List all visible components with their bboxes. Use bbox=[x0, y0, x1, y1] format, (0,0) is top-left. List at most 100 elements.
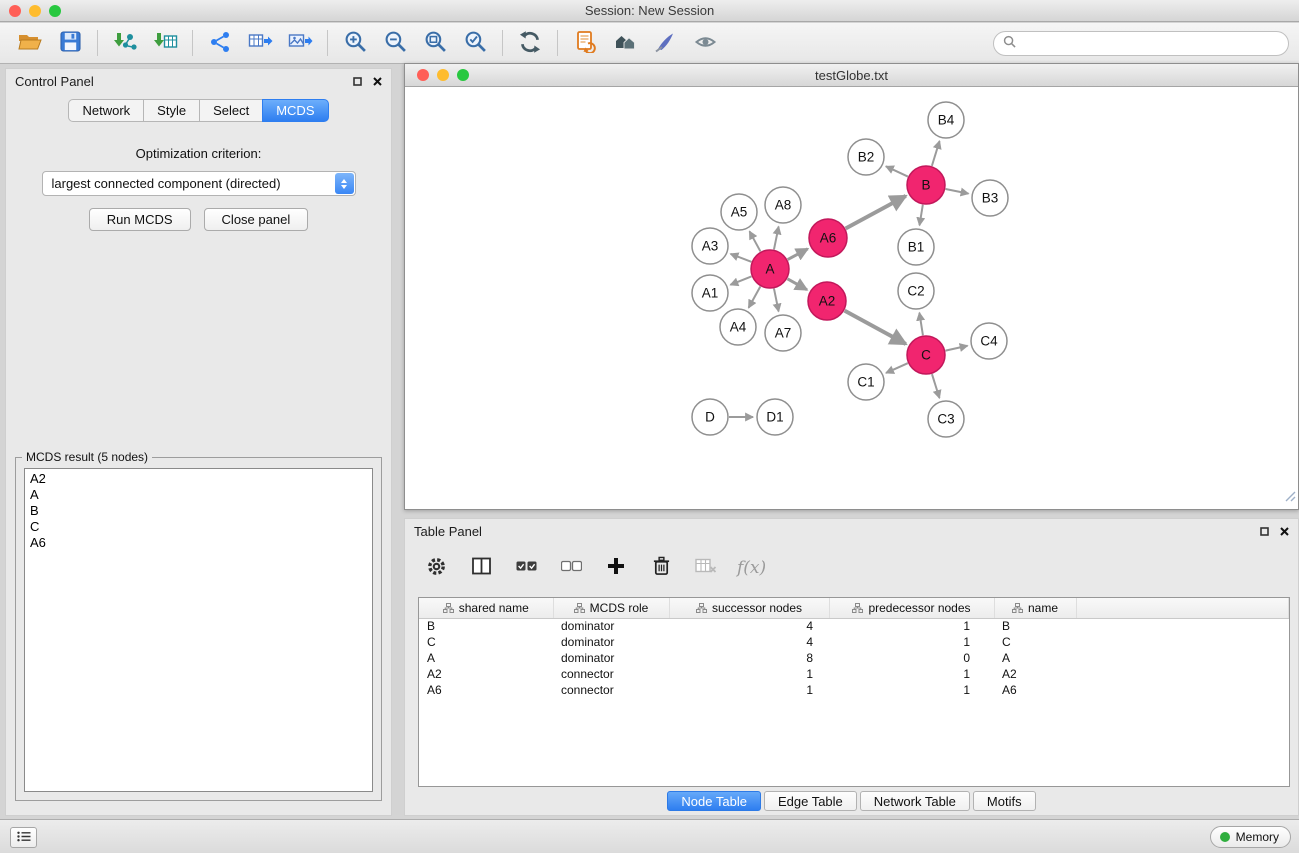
graph-edge-C-C3[interactable] bbox=[932, 374, 939, 398]
graph-node-C[interactable]: C bbox=[907, 336, 945, 374]
select-all-columns-button[interactable] bbox=[512, 554, 540, 582]
graph-edge-B-B4[interactable] bbox=[932, 141, 940, 166]
graph-edge-B-B3[interactable] bbox=[946, 189, 969, 194]
table-cell[interactable]: B bbox=[994, 618, 1076, 634]
graph-edge-A-A5[interactable] bbox=[750, 231, 761, 251]
run-mcds-button[interactable]: Run MCDS bbox=[89, 208, 191, 231]
table-row[interactable]: Adominator80A bbox=[419, 650, 1289, 666]
table-cell[interactable]: A bbox=[419, 650, 553, 666]
tab-network-table[interactable]: Network Table bbox=[860, 791, 970, 811]
table-cell[interactable]: B bbox=[419, 618, 553, 634]
graph-edge-A2-C[interactable] bbox=[845, 311, 906, 344]
optimization-criterion-select[interactable]: largest connected component (directed) bbox=[42, 171, 356, 196]
import-table-button[interactable] bbox=[145, 26, 185, 60]
import-network-button[interactable] bbox=[105, 26, 145, 60]
graph-node-A5[interactable]: A5 bbox=[721, 194, 757, 230]
table-cell[interactable]: A6 bbox=[994, 682, 1076, 698]
table-cell[interactable]: 8 bbox=[669, 650, 829, 666]
network-window-titlebar[interactable]: testGlobe.txt bbox=[405, 64, 1298, 87]
table-cell[interactable]: C bbox=[994, 634, 1076, 650]
table-cell[interactable]: dominator bbox=[553, 618, 669, 634]
graph-node-A4[interactable]: A4 bbox=[720, 309, 756, 345]
table-cell[interactable]: A6 bbox=[419, 682, 553, 698]
open-recent-file-button[interactable] bbox=[565, 26, 605, 60]
table-cell[interactable]: A2 bbox=[994, 666, 1076, 682]
graph-edge-A6-B[interactable] bbox=[846, 196, 906, 229]
float-panel-icon[interactable] bbox=[1260, 524, 1269, 539]
tab-select[interactable]: Select bbox=[199, 99, 262, 122]
graph-node-C2[interactable]: C2 bbox=[898, 273, 934, 309]
graph-node-C1[interactable]: C1 bbox=[848, 364, 884, 400]
graph-node-A6[interactable]: A6 bbox=[809, 219, 847, 257]
table-cell[interactable]: 1 bbox=[669, 682, 829, 698]
mcds-result-list[interactable]: A2ABCA6 bbox=[24, 468, 373, 792]
graph-edge-B-B1[interactable] bbox=[920, 205, 923, 226]
table-cell[interactable]: 1 bbox=[829, 634, 994, 650]
graph-node-A[interactable]: A bbox=[751, 250, 789, 288]
export-table-button[interactable] bbox=[240, 26, 280, 60]
column-header-name[interactable]: name bbox=[994, 598, 1076, 618]
export-network-button[interactable] bbox=[200, 26, 240, 60]
node-table[interactable]: shared nameMCDS rolesuccessor nodesprede… bbox=[418, 597, 1290, 787]
show-hide-button[interactable] bbox=[685, 26, 725, 60]
global-search[interactable] bbox=[993, 31, 1289, 56]
task-history-button[interactable] bbox=[10, 827, 37, 848]
memory-button[interactable]: Memory bbox=[1210, 826, 1291, 848]
graph-node-A7[interactable]: A7 bbox=[765, 315, 801, 351]
graph-node-B1[interactable]: B1 bbox=[898, 229, 934, 265]
zoom-selected-button[interactable] bbox=[455, 26, 495, 60]
table-row[interactable]: A6connector11A6 bbox=[419, 682, 1289, 698]
zoom-fit-button[interactable] bbox=[415, 26, 455, 60]
column-header-shared-name[interactable]: shared name bbox=[419, 598, 553, 618]
graph-node-B4[interactable]: B4 bbox=[928, 102, 964, 138]
graph-node-B3[interactable]: B3 bbox=[972, 180, 1008, 216]
delete-table-button[interactable] bbox=[692, 554, 720, 582]
table-cell[interactable]: A2 bbox=[419, 666, 553, 682]
create-column-button[interactable] bbox=[602, 554, 630, 582]
tab-node-table[interactable]: Node Table bbox=[667, 791, 761, 811]
zoom-out-button[interactable] bbox=[375, 26, 415, 60]
show-columns-button[interactable] bbox=[467, 554, 495, 582]
graph-node-A2[interactable]: A2 bbox=[808, 282, 846, 320]
table-cell[interactable]: C bbox=[419, 634, 553, 650]
tab-edge-table[interactable]: Edge Table bbox=[764, 791, 857, 811]
tab-mcds[interactable]: MCDS bbox=[262, 99, 328, 122]
column-header-successor-nodes[interactable]: successor nodes bbox=[669, 598, 829, 618]
table-cell[interactable]: 4 bbox=[669, 618, 829, 634]
mcds-result-item[interactable]: A6 bbox=[30, 535, 367, 551]
table-cell[interactable]: 4 bbox=[669, 634, 829, 650]
column-header-mcds-role[interactable]: MCDS role bbox=[553, 598, 669, 618]
zoom-in-button[interactable] bbox=[335, 26, 375, 60]
table-settings-button[interactable] bbox=[422, 554, 450, 582]
graph-edge-A-A4[interactable] bbox=[749, 287, 761, 308]
graph-node-A1[interactable]: A1 bbox=[692, 275, 728, 311]
search-input[interactable] bbox=[1022, 36, 1279, 51]
graph-edge-A-A6[interactable] bbox=[788, 249, 808, 260]
export-image-button[interactable] bbox=[280, 26, 320, 60]
graph-edge-A-A3[interactable] bbox=[731, 254, 752, 262]
mcds-result-item[interactable]: A2 bbox=[30, 471, 367, 487]
graph-edge-C-C2[interactable] bbox=[919, 313, 923, 336]
table-cell[interactable]: 1 bbox=[829, 682, 994, 698]
column-header-predecessor-nodes[interactable]: predecessor nodes bbox=[829, 598, 994, 618]
table-row[interactable]: A2connector11A2 bbox=[419, 666, 1289, 682]
close-panel-icon[interactable] bbox=[373, 74, 382, 89]
table-row[interactable]: Cdominator41C bbox=[419, 634, 1289, 650]
mcds-result-item[interactable]: A bbox=[30, 487, 367, 503]
graph-edge-A-A8[interactable] bbox=[774, 227, 779, 250]
table-cell[interactable]: connector bbox=[553, 666, 669, 682]
graph-edge-A-A2[interactable] bbox=[787, 279, 807, 290]
mcds-result-item[interactable]: C bbox=[30, 519, 367, 535]
graph-edge-A-A1[interactable] bbox=[730, 276, 751, 284]
table-cell[interactable]: dominator bbox=[553, 650, 669, 666]
table-header-row[interactable]: shared nameMCDS rolesuccessor nodesprede… bbox=[419, 598, 1289, 618]
network-canvas[interactable]: B4B2BB3A5A8A6B1A3AC2A1A2A4A7C4CC1C3DD1 bbox=[405, 87, 1298, 509]
table-cell[interactable]: dominator bbox=[553, 634, 669, 650]
graph-node-B2[interactable]: B2 bbox=[848, 139, 884, 175]
table-cell[interactable]: connector bbox=[553, 682, 669, 698]
table-cell[interactable]: A bbox=[994, 650, 1076, 666]
graph-edge-C-C1[interactable] bbox=[886, 363, 908, 373]
graph-edge-B-B2[interactable] bbox=[886, 166, 908, 176]
close-panel-button[interactable]: Close panel bbox=[204, 208, 309, 231]
delete-column-button[interactable] bbox=[647, 554, 675, 582]
